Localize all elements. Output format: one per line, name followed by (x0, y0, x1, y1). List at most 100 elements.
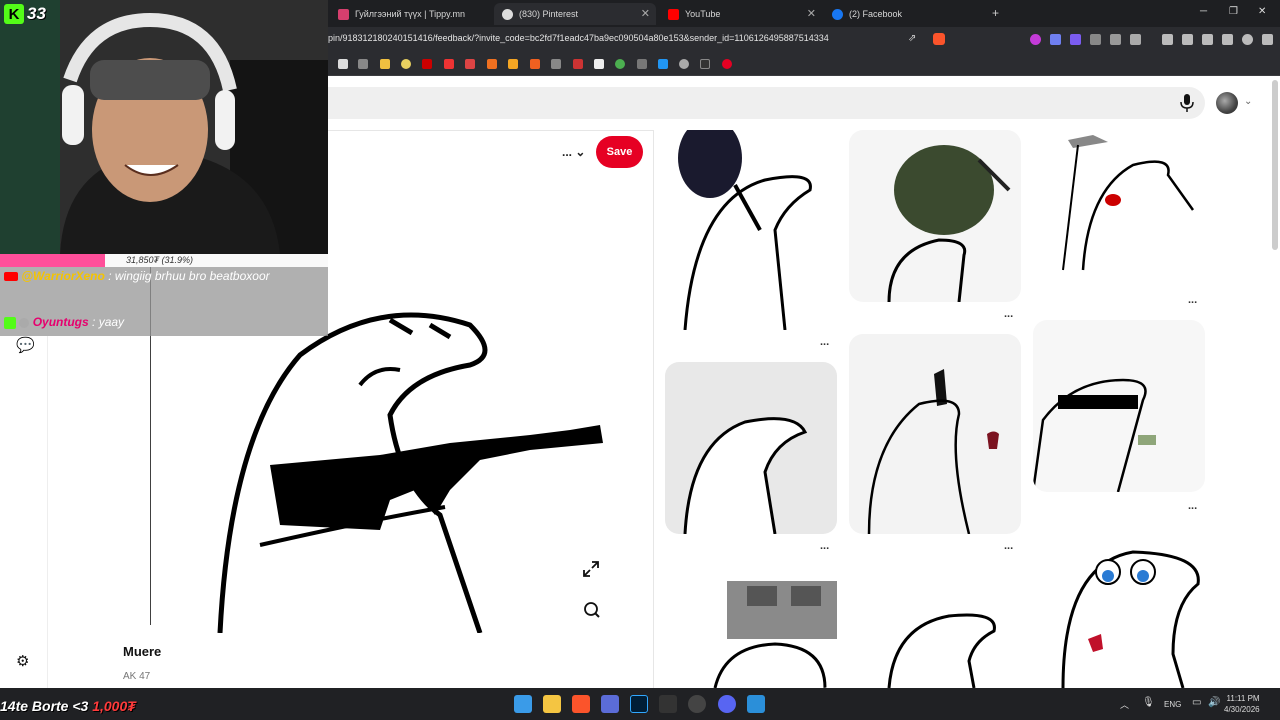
tile-menu-button[interactable]: ... (1188, 294, 1197, 306)
url-field[interactable]: pin/918312180240151416/feedback/?invite_… (328, 33, 829, 43)
chat-text: : wingiig brhuu bro beatboxoor (108, 269, 270, 283)
network-icon[interactable]: ▭ (1192, 697, 1201, 708)
bookmark-icon[interactable] (530, 59, 540, 69)
chat-username: @WarriorXeno (21, 269, 105, 283)
gear-icon[interactable]: ⚙ (16, 652, 29, 670)
pin-thumbnail (1061, 550, 1200, 688)
extension-icon[interactable] (1030, 34, 1041, 45)
folder-icon[interactable] (380, 59, 390, 69)
pin-tile[interactable] (665, 130, 837, 330)
system-clock[interactable]: 11:11 PM 4/30/2026 (1224, 693, 1260, 715)
chevron-down-icon[interactable]: ⌄ (1244, 96, 1252, 107)
pin-tile[interactable] (1033, 130, 1205, 288)
discord-icon[interactable] (718, 695, 736, 713)
clock-time: 11:11 PM (1226, 694, 1260, 703)
page-scrollbar[interactable] (1272, 80, 1278, 250)
extension-icon[interactable] (1110, 34, 1121, 45)
new-tab-button[interactable]: + (992, 6, 999, 20)
puzzle-icon[interactable] (1090, 34, 1101, 45)
bookmark-icon[interactable] (338, 59, 348, 69)
pin-tile[interactable] (1033, 524, 1205, 688)
share-icon[interactable]: ⇗ (908, 33, 916, 44)
pin-thumbnail (1062, 135, 1195, 271)
bookmark-icon[interactable] (679, 59, 689, 69)
pin-thumbnail (713, 581, 837, 688)
live-app-icon[interactable] (659, 695, 677, 713)
pin-tile[interactable] (665, 362, 837, 534)
bookmark-icon[interactable] (573, 59, 583, 69)
donation-goal-text: 31,850₮ (31.9%) (126, 255, 194, 265)
more-options-button[interactable]: ... ⌄ (562, 145, 585, 159)
close-tab-icon[interactable]: ✕ (807, 7, 816, 20)
bookmark-icon[interactable] (487, 59, 497, 69)
restore-icon[interactable]: ❐ (1229, 6, 1238, 17)
brave-browser-icon[interactable] (572, 695, 590, 713)
expand-icon[interactable] (582, 560, 600, 578)
bookmark-icon[interactable] (637, 59, 647, 69)
obs-icon[interactable] (688, 695, 706, 713)
clock-date: 4/30/2026 (1224, 705, 1260, 714)
bookmark-icon[interactable] (508, 59, 518, 69)
pin-tile[interactable] (849, 566, 1021, 688)
bookmark-icon[interactable] (594, 59, 604, 69)
bookmark-icon[interactable] (444, 59, 454, 69)
extension-icon[interactable] (1130, 34, 1141, 45)
visual-search-icon[interactable] (582, 600, 600, 618)
search-input[interactable] (328, 87, 1205, 119)
extension-icon[interactable] (1050, 34, 1061, 45)
badge-icon (19, 317, 30, 328)
pin-tile[interactable] (665, 566, 837, 688)
pinterest-left-rail (0, 336, 48, 688)
tab-pinterest[interactable]: (830) Pinterest ✕ (494, 3, 656, 25)
sidebar-icon[interactable] (1182, 34, 1193, 45)
avatar[interactable] (1216, 92, 1238, 114)
pin-description: AK 47 (123, 671, 151, 682)
start-button-icon[interactable] (514, 695, 532, 713)
app-icon[interactable] (601, 695, 619, 713)
close-window-icon[interactable]: ✕ (1258, 6, 1266, 17)
vpn-icon[interactable] (1242, 34, 1253, 45)
donation-goal-fill (0, 254, 105, 267)
volume-icon[interactable]: 🔊 (1208, 697, 1220, 708)
close-tab-icon[interactable]: ✕ (641, 7, 650, 20)
tab-facebook[interactable]: (2) Facebook (824, 3, 984, 25)
bookmark-icon[interactable] (401, 59, 411, 69)
bookmark-icon[interactable] (358, 59, 368, 69)
bookmark-icon[interactable] (551, 59, 561, 69)
bookmark-icon[interactable] (700, 59, 710, 69)
pin-tile[interactable] (849, 130, 1021, 302)
brave-shield-icon[interactable] (933, 33, 945, 45)
kick-logo-icon: K (4, 4, 24, 24)
pin-tile[interactable] (849, 334, 1021, 534)
pin-tile[interactable] (1033, 320, 1205, 492)
save-button[interactable]: Save (596, 136, 643, 168)
messages-icon[interactable]: 💬 (16, 336, 35, 354)
tile-menu-button[interactable]: ... (820, 540, 829, 552)
bookmark-icon[interactable] (422, 59, 432, 69)
pinterest-bookmark-icon[interactable] (722, 59, 732, 69)
pin-thumbnail (887, 613, 996, 688)
pinterest-favicon (502, 8, 513, 20)
chevron-up-icon[interactable]: ︿ (1120, 698, 1129, 711)
tile-menu-button[interactable]: ... (1004, 540, 1013, 552)
microphone-icon[interactable] (1180, 94, 1194, 112)
tile-menu-button[interactable]: ... (1004, 308, 1013, 320)
extension-icon[interactable] (1070, 34, 1081, 45)
leo-ai-icon[interactable] (1222, 34, 1233, 45)
microphone-tray-icon[interactable]: 🎙 (1142, 697, 1155, 708)
bookmark-icon[interactable] (615, 59, 625, 69)
menu-icon[interactable] (1262, 34, 1273, 45)
photoshop-icon[interactable] (630, 695, 648, 713)
bookmark-icon[interactable] (465, 59, 475, 69)
tile-menu-button[interactable]: ... (820, 336, 829, 348)
bookmark-icon[interactable] (658, 59, 668, 69)
tile-menu-button[interactable]: ... (1188, 500, 1197, 512)
file-explorer-icon[interactable] (543, 695, 561, 713)
tab-youtube[interactable]: YouTube ✕ (660, 3, 822, 25)
language-indicator[interactable]: ENG (1164, 700, 1181, 709)
kick-icon (4, 316, 16, 329)
music-icon[interactable] (1162, 34, 1173, 45)
app-icon[interactable] (747, 695, 765, 713)
minimize-icon[interactable]: ─ (1200, 6, 1207, 17)
wallet-icon[interactable] (1202, 34, 1213, 45)
